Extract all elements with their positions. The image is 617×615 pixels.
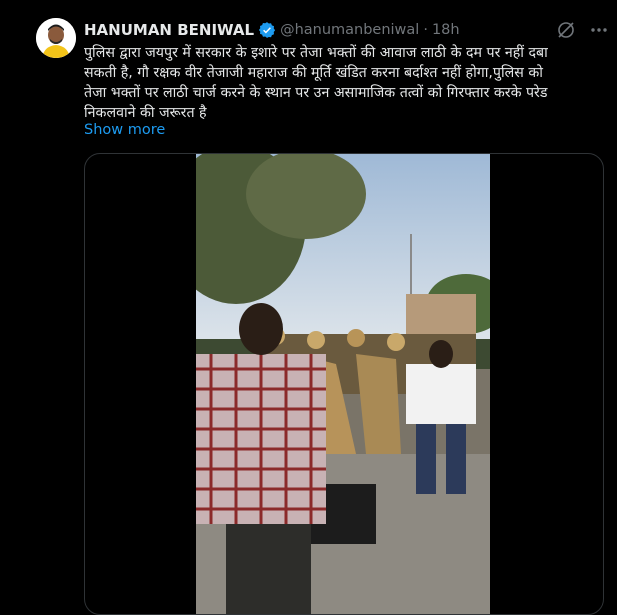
tweet-text: पुलिस द्वारा जयपुर में सरकार के इशारे पर… [84,45,548,121]
header-separator: · [423,22,428,38]
video-frame [196,154,490,614]
more-options-icon[interactable] [588,20,610,40]
avatar-image [36,18,76,58]
author-name[interactable]: HANUMAN BENIWAL [84,21,254,39]
grok-icon[interactable] [556,20,576,40]
tweet-header: HANUMAN BENIWAL @hanumanbeniwal · 18h [84,20,460,40]
show-more-link[interactable]: Show more [84,122,165,138]
verified-badge-icon [258,21,276,39]
author-handle[interactable]: @hanumanbeniwal [280,22,419,38]
tweet-timestamp[interactable]: 18h [432,22,460,38]
author-avatar[interactable] [36,18,76,58]
video-player[interactable] [196,154,490,614]
tweet-media[interactable] [84,153,604,615]
tweet[interactable]: HANUMAN BENIWAL @hanumanbeniwal · 18h पु… [0,0,617,615]
